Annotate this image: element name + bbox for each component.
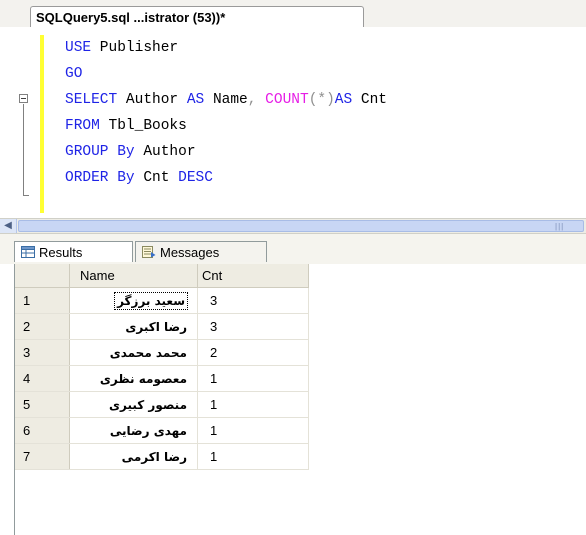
messages-icon — [142, 246, 156, 258]
cell-name[interactable]: سعید برزگر — [69, 287, 198, 314]
cell-cnt[interactable]: 1 — [197, 443, 309, 470]
row-number: 7 — [15, 443, 70, 470]
collapse-icon[interactable] — [19, 94, 28, 103]
column-header-cnt[interactable]: Cnt — [197, 264, 309, 288]
table-row[interactable]: 4 معصومه نظری 1 — [15, 365, 309, 392]
cell-cnt[interactable]: 3 — [197, 287, 309, 314]
cell-cnt[interactable]: 3 — [197, 313, 309, 340]
scroll-thumb[interactable] — [18, 220, 584, 232]
code-line-6: ORDER By Cnt DESC — [65, 170, 213, 186]
cell-name[interactable]: رضا اکرمی — [69, 443, 198, 470]
table-row[interactable]: 3 محمد محمدی 2 — [15, 339, 309, 366]
scroll-left-icon[interactable]: ◀ — [0, 219, 17, 233]
outline-end — [23, 195, 29, 196]
row-number-header[interactable] — [15, 264, 70, 288]
table-row[interactable]: 1 سعید برزگر 3 — [15, 287, 309, 314]
row-number: 6 — [15, 417, 70, 444]
grip-icon: ||| — [555, 222, 565, 231]
cell-name[interactable]: معصومه نظری — [69, 365, 198, 392]
change-marker-bar — [40, 35, 44, 213]
grid-icon — [21, 246, 35, 258]
cell-name[interactable]: محمد محمدی — [69, 339, 198, 366]
outline-line — [23, 104, 24, 195]
row-number: 4 — [15, 365, 70, 392]
row-number: 3 — [15, 339, 70, 366]
tab-results-label: Results — [39, 245, 83, 260]
cell-cnt[interactable]: 1 — [197, 417, 309, 444]
results-table: Name Cnt 1 سعید برزگر 3 2 رضا اکبری 3 3 … — [15, 264, 309, 470]
column-header-name[interactable]: Name — [69, 264, 198, 288]
code-line-2: GO — [65, 66, 83, 82]
table-row[interactable]: 6 مهدی رضایی 1 — [15, 417, 309, 444]
table-row[interactable]: 7 رضا اکرمی 1 — [15, 443, 309, 470]
code-line-5: GROUP By Author — [65, 144, 196, 160]
code-line-4: FROM Tbl_Books — [65, 118, 187, 134]
results-grid[interactable]: Name Cnt 1 سعید برزگر 3 2 رضا اکبری 3 3 … — [14, 264, 586, 535]
table-row[interactable]: 2 رضا اکبری 3 — [15, 313, 309, 340]
cell-name[interactable]: منصور کبیری — [69, 391, 198, 418]
document-tab-strip: SQLQuery5.sql ...istrator (53))* — [0, 0, 586, 28]
row-number: 1 — [15, 287, 70, 314]
code-line-3: SELECT Author AS Name, COUNT(*)AS Cnt — [65, 92, 388, 108]
horizontal-scrollbar[interactable]: ◀ ||| — [0, 218, 586, 234]
tab-messages[interactable]: Messages — [135, 241, 267, 262]
tab-messages-label: Messages — [160, 245, 220, 260]
cell-name[interactable]: مهدی رضایی — [69, 417, 198, 444]
results-tab-bar: Results Messages — [0, 234, 586, 264]
cell-name-text: سعید برزگر — [114, 291, 188, 310]
query-tab[interactable]: SQLQuery5.sql ...istrator (53))* — [30, 6, 364, 28]
table-row[interactable]: 5 منصور کبیری 1 — [15, 391, 309, 418]
cell-cnt[interactable]: 2 — [197, 339, 309, 366]
header-row: Name Cnt — [15, 264, 309, 288]
cell-cnt[interactable]: 1 — [197, 391, 309, 418]
row-number: 5 — [15, 391, 70, 418]
cell-name[interactable]: رضا اکبری — [69, 313, 198, 340]
query-editor[interactable]: USE Publisher GO SELECT Author AS Name, … — [0, 27, 586, 217]
row-number: 2 — [15, 313, 70, 340]
code-line-1: USE Publisher — [65, 40, 179, 56]
tab-results[interactable]: Results — [14, 241, 133, 262]
cell-cnt[interactable]: 1 — [197, 365, 309, 392]
